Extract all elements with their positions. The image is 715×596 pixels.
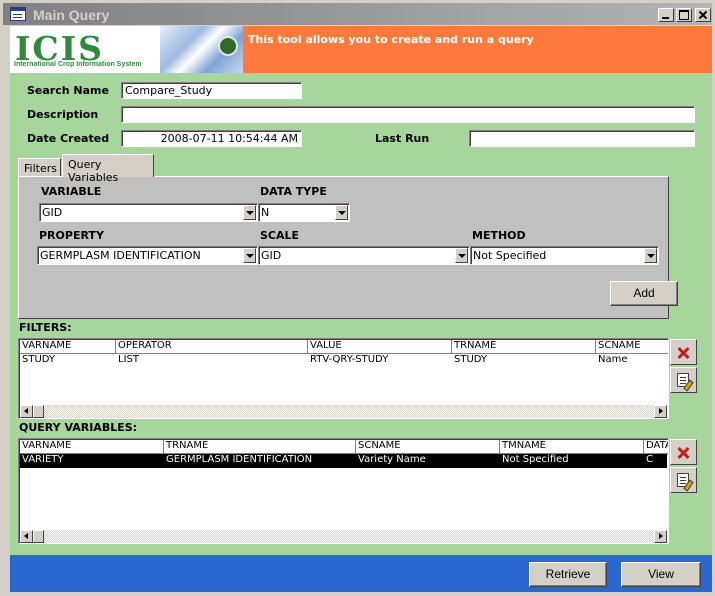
- minimize-button[interactable]: [658, 8, 674, 22]
- scroll-left-icon[interactable]: [20, 405, 33, 418]
- chevron-down-icon[interactable]: [335, 205, 348, 220]
- scale-select[interactable]: GID: [258, 246, 470, 265]
- filters-grid: VARNAME OPERATOR VALUE TRNAME SCNAME STU…: [18, 338, 669, 419]
- chevron-down-icon[interactable]: [243, 205, 256, 220]
- filters-grid-header: VARNAME OPERATOR VALUE TRNAME SCNAME: [20, 340, 668, 354]
- column-header[interactable]: VALUE: [308, 340, 452, 354]
- scroll-right-icon[interactable]: [654, 405, 667, 418]
- data-type-label: DATA TYPE: [260, 185, 327, 198]
- edit-filter-button[interactable]: [670, 367, 697, 393]
- column-header[interactable]: TRNAME: [164, 440, 356, 454]
- chevron-down-icon[interactable]: [455, 248, 468, 263]
- table-cell: VARIETY: [22, 454, 64, 465]
- table-row[interactable]: STUDY LIST RTV-QRY-STUDY STUDY Name: [20, 354, 667, 368]
- column-header[interactable]: DATA: [644, 440, 668, 454]
- description-label: Description: [27, 108, 99, 121]
- scroll-thumb[interactable]: [33, 530, 44, 543]
- date-created-field[interactable]: 2008-07-11 10:54:44 AM: [121, 130, 302, 147]
- description-field[interactable]: [121, 106, 695, 123]
- search-name-label: Search Name: [27, 84, 109, 97]
- window-title: Main Query: [33, 7, 110, 23]
- table-cell: RTV-QRY-STUDY: [310, 354, 389, 365]
- footer-bar: Retrieve View: [10, 555, 712, 592]
- table-cell: Not Specified: [502, 454, 569, 465]
- method-label: METHOD: [472, 229, 526, 242]
- edit-variable-button[interactable]: [670, 467, 697, 493]
- scroll-thumb[interactable]: [33, 405, 44, 418]
- main-query-window: Main Query ICIS International Crop Infor…: [0, 0, 715, 596]
- filters-section-label: FILTERS:: [19, 321, 72, 334]
- search-name-field[interactable]: Compare_Study: [121, 82, 302, 99]
- retrieve-button[interactable]: Retrieve: [529, 562, 607, 587]
- form-body: Search Name Compare_Study Description Da…: [10, 73, 712, 555]
- table-cell: STUDY: [22, 354, 56, 365]
- data-type-select[interactable]: N: [258, 203, 350, 222]
- icis-logo: ICIS International Crop Information Syst…: [10, 26, 243, 73]
- logo-subtitle: International Crop Information System: [14, 61, 142, 68]
- delete-icon: [676, 447, 691, 459]
- column-header[interactable]: VARNAME: [20, 440, 164, 454]
- table-cell: LIST: [118, 354, 139, 365]
- header-banner: This tool allows you to create and run a…: [243, 26, 712, 73]
- last-run-label: Last Run: [375, 132, 430, 145]
- chevron-down-icon[interactable]: [644, 248, 657, 263]
- query-variables-grid-header: VARNAME TRNAME SCNAME TMNAME DATA: [20, 440, 668, 454]
- table-cell: GERMPLASM IDENTIFICATION: [166, 454, 313, 465]
- table-cell: Name: [598, 354, 628, 365]
- scroll-right-icon[interactable]: [654, 530, 667, 543]
- delete-icon: [676, 347, 691, 359]
- date-created-label: Date Created: [27, 132, 110, 145]
- horizontal-scrollbar[interactable]: [20, 530, 667, 543]
- table-cell: Variety Name: [358, 454, 426, 465]
- table-row-selected[interactable]: VARIETY GERMPLASM IDENTIFICATION Variety…: [20, 454, 667, 468]
- table-cell: STUDY: [454, 354, 488, 365]
- variable-select[interactable]: GID: [39, 203, 258, 222]
- variable-label: VARIABLE: [41, 185, 102, 198]
- tab-query-variables[interactable]: Query Variables: [62, 154, 154, 184]
- edit-icon: [677, 373, 689, 387]
- add-button[interactable]: Add: [610, 281, 678, 306]
- scroll-left-icon[interactable]: [20, 530, 33, 543]
- cgiar-badge-icon: [218, 36, 238, 56]
- delete-filter-button[interactable]: [670, 339, 697, 365]
- form-icon: [10, 7, 26, 21]
- view-button[interactable]: View: [621, 562, 701, 587]
- column-header[interactable]: TMNAME: [500, 440, 644, 454]
- column-header[interactable]: SCNAME: [596, 340, 668, 354]
- property-select[interactable]: GERMPLASM IDENTIFICATION: [37, 246, 258, 265]
- scale-value: GID: [261, 249, 282, 262]
- edit-icon: [677, 473, 689, 487]
- column-header[interactable]: SCNAME: [356, 440, 500, 454]
- variable-value: GID: [42, 206, 63, 219]
- data-type-value: N: [261, 206, 270, 219]
- column-header[interactable]: VARNAME: [20, 340, 116, 354]
- close-button[interactable]: [695, 8, 711, 22]
- property-label: PROPERTY: [39, 229, 104, 242]
- column-header[interactable]: OPERATOR: [116, 340, 308, 354]
- column-header[interactable]: TRNAME: [452, 340, 596, 354]
- property-value: GERMPLASM IDENTIFICATION: [40, 249, 201, 262]
- horizontal-scrollbar[interactable]: [20, 405, 667, 418]
- method-value: Not Specified: [473, 249, 547, 262]
- method-select[interactable]: Not Specified: [470, 246, 659, 265]
- header-message: This tool allows you to create and run a…: [248, 33, 534, 46]
- title-bar[interactable]: Main Query: [3, 3, 712, 25]
- last-run-field[interactable]: [469, 130, 695, 147]
- query-variables-panel: VARIABLE GID DATA TYPE N PROPERTY GERMPL…: [18, 176, 678, 319]
- query-variables-grid: VARNAME TRNAME SCNAME TMNAME DATA VARIET…: [18, 438, 669, 544]
- scale-label: SCALE: [260, 229, 300, 242]
- table-cell: C: [646, 454, 653, 465]
- chevron-down-icon[interactable]: [243, 248, 256, 263]
- tab-filters[interactable]: Filters: [18, 158, 61, 177]
- query-variables-section-label: QUERY VARIABLES:: [19, 421, 138, 434]
- maximize-button[interactable]: [676, 8, 692, 22]
- delete-variable-button[interactable]: [670, 439, 697, 465]
